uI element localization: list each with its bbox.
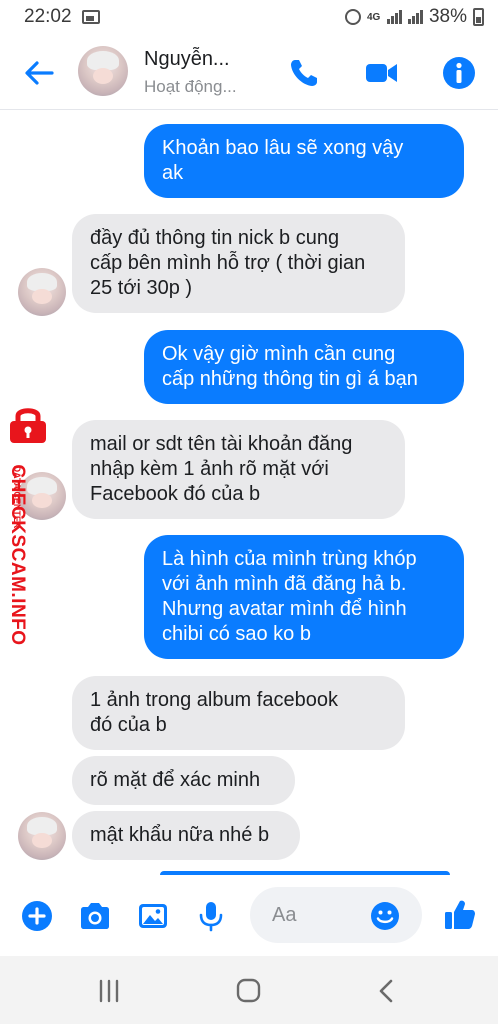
- network-type: 4G: [366, 11, 381, 23]
- message-line: đầy đủ thông tin nick b cung: [90, 227, 340, 249]
- message-bubble-incoming[interactable]: 1 ảnh trong album facebook đó của b: [72, 676, 405, 750]
- thumbs-up-icon[interactable]: [442, 897, 478, 933]
- sender-avatar[interactable]: [18, 812, 66, 860]
- nav-back-icon[interactable]: [372, 978, 402, 1004]
- message-line: Khoản bao lâu sẽ xong vậy: [162, 137, 404, 159]
- watermark: DATA CENTER CHECKSCAM.INFO: [2, 404, 56, 646]
- message-line: cấp bên mình hỗ trợ ( thời gian: [90, 252, 366, 274]
- message-composer: [0, 875, 498, 955]
- status-indicators: 4G 38%: [344, 6, 484, 28]
- contact-name[interactable]: Nguyễn...: [144, 48, 230, 71]
- message-line: nhập kèm 1 ảnh rõ mặt với: [90, 458, 329, 480]
- message-bubble-incoming[interactable]: mật khẩu nữa nhé b: [72, 811, 300, 860]
- message-bubble-outgoing[interactable]: Khoản bao lâu sẽ xong vậy ak: [144, 124, 464, 198]
- contact-status: Hoạt động...: [144, 77, 237, 96]
- gallery-notification-icon: [81, 10, 100, 24]
- message-bubble-outgoing[interactable]: Là hình của mình trùng khóp với ảnh mình…: [144, 535, 464, 659]
- message-line: mail or sdt tên tài khoản đăng: [90, 433, 353, 455]
- system-navigation-bar: [0, 956, 498, 1024]
- status-time: 22:02: [24, 6, 72, 27]
- camera-icon[interactable]: [78, 899, 112, 933]
- message-bubble-incoming[interactable]: rõ mặt để xác minh: [72, 756, 295, 805]
- alarm-icon: [344, 9, 361, 25]
- watermark-text: CHECKSCAM.INFO: [7, 464, 28, 646]
- message-line: ak: [162, 162, 184, 184]
- recent-apps-icon[interactable]: [94, 978, 124, 1004]
- info-icon[interactable]: [442, 56, 476, 90]
- battery-icon: [473, 8, 484, 26]
- sender-avatar[interactable]: [18, 268, 66, 316]
- message-line: chibi có sao ko b: [162, 623, 311, 645]
- signal-icon: [407, 10, 423, 24]
- message-line: rõ mặt để xác minh: [90, 769, 261, 791]
- message-bubble-incoming[interactable]: mail or sdt tên tài khoản đăng nhập kèm …: [72, 420, 405, 519]
- message-line: Ok vậy giờ mình cần cung: [162, 343, 396, 365]
- message-bubble-incoming[interactable]: đầy đủ thông tin nick b cung cấp bên mìn…: [72, 214, 405, 313]
- smiley-icon[interactable]: [369, 900, 401, 932]
- message-line: 1 ảnh trong album facebook: [90, 689, 338, 711]
- message-line: Là hình của mình trùng khóp: [162, 548, 417, 570]
- phone-icon[interactable]: [287, 56, 321, 90]
- video-camera-icon[interactable]: [364, 56, 398, 90]
- message-line: mật khẩu nữa nhé b: [90, 824, 270, 846]
- message-line: đó của b: [90, 714, 167, 736]
- message-line: cấp những thông tin gì á bạn: [162, 368, 418, 390]
- home-icon[interactable]: [233, 978, 263, 1004]
- conversation-header: Nguyễn... Hoạt động...: [0, 34, 498, 110]
- message-line: Nhưng avatar mình để hình: [162, 598, 407, 620]
- message-line: 25 tới 30p ): [90, 277, 193, 299]
- lock-icon: [10, 408, 46, 443]
- plus-circle-icon[interactable]: [20, 899, 54, 933]
- message-line: Facebook đó của b: [90, 483, 261, 505]
- contact-avatar[interactable]: [78, 46, 128, 96]
- message-line: với ảnh mình đã đăng hả b.: [162, 573, 407, 595]
- arrow-left-icon[interactable]: [22, 56, 56, 90]
- image-icon[interactable]: [136, 899, 170, 933]
- battery-percent: 38%: [428, 6, 467, 27]
- message-bubble-outgoing[interactable]: Ok vậy giờ mình cần cung cấp những thông…: [144, 330, 464, 404]
- signal-icon: [386, 10, 402, 24]
- status-bar: 22:02 4G 38%: [0, 0, 498, 34]
- microphone-icon[interactable]: [194, 899, 228, 933]
